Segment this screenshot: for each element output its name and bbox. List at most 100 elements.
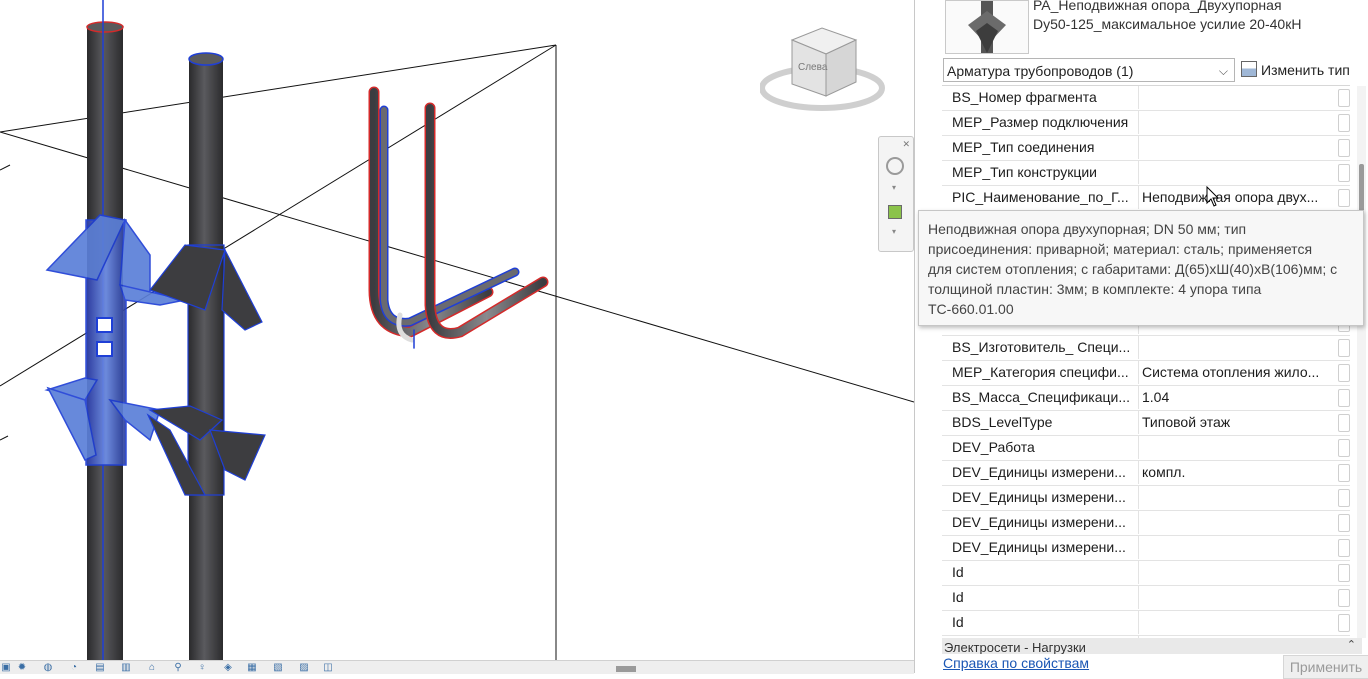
analytical-model-icon[interactable]: ▧ — [272, 662, 284, 673]
property-row[interactable]: Id — [942, 611, 1350, 636]
associate-parameter-button[interactable] — [1338, 564, 1350, 582]
edit-type-button[interactable]: Изменить тип — [1241, 58, 1350, 82]
property-value[interactable] — [1138, 511, 1338, 534]
property-name: DEV_Единицы измерени... — [952, 514, 1126, 530]
associate-parameter-button[interactable] — [1338, 414, 1350, 432]
family-name: PA_Неподвижная опора_Двухупорная — [1033, 0, 1282, 13]
tooltip-line: Неподвижная опора двухупорная; DN 50 мм;… — [928, 221, 1247, 237]
3d-view-canvas[interactable]: Слева ✕ ▾ ▾ — [0, 0, 914, 660]
property-value[interactable]: Неподвижная опора двух... — [1138, 186, 1338, 209]
collapse-icon: ⌃ — [1346, 639, 1356, 651]
close-icon[interactable]: ✕ — [902, 139, 910, 150]
apply-button[interactable]: Применить — [1283, 655, 1368, 679]
property-row[interactable]: PIC_Наименование_по_Г... Неподвижная опор… — [942, 186, 1350, 211]
view-control-bar: ▣ ✹ ◍ ◔ ▤ ▥ ⌂ ⚲ ♀ ◈ ▦ ▧ ▨ ◫ — [0, 660, 914, 674]
temp-properties-icon[interactable]: ◈ — [222, 662, 234, 673]
property-name: BS_Изготовитель_ Специ... — [952, 339, 1131, 355]
render-icon[interactable]: ▤ — [94, 662, 106, 673]
constraints-icon[interactable]: ◫ — [322, 662, 334, 673]
associate-parameter-button[interactable] — [1338, 439, 1350, 457]
tooltip-line: для систем отопления; с габаритами: Д(65… — [928, 261, 1338, 277]
property-name: Id — [952, 564, 964, 580]
property-row[interactable]: DEV_Единицы измерени... — [942, 486, 1350, 511]
associate-parameter-button[interactable] — [1338, 364, 1350, 382]
property-name: DEV_Единицы измерени... — [952, 539, 1126, 555]
property-value[interactable]: Типовой этаж — [1138, 411, 1338, 434]
property-value[interactable] — [1138, 111, 1338, 134]
property-row[interactable]: MEP_Размер подключения — [942, 111, 1350, 136]
associate-parameter-button[interactable] — [1338, 489, 1350, 507]
visual-style-icon[interactable]: ◍ — [42, 662, 54, 673]
steering-wheel-icon[interactable] — [886, 157, 904, 175]
associate-parameter-button[interactable] — [1338, 339, 1350, 357]
chevron-down-icon[interactable]: ▾ — [892, 227, 896, 236]
view-cube[interactable]: Слева — [760, 26, 890, 116]
associate-parameter-button[interactable] — [1338, 614, 1350, 632]
associate-parameter-button[interactable] — [1338, 89, 1350, 107]
properties-grid: BS_Номер фрагмента MEP_Размер подключения… — [942, 85, 1350, 639]
associate-parameter-button[interactable] — [1338, 164, 1350, 182]
type-selector[interactable]: PA_Неподвижная опора_Двухупорная Dy50-12… — [945, 0, 1368, 56]
property-row[interactable]: DEV_Единицы измерени... — [942, 536, 1350, 561]
zoom-region-icon[interactable] — [888, 205, 902, 219]
property-value[interactable]: компл. — [1138, 461, 1338, 484]
value-tooltip: Неподвижная опора двухупорная; DN 50 мм;… — [918, 210, 1364, 326]
property-value[interactable] — [1138, 586, 1338, 609]
sun-icon[interactable]: ✹ — [16, 662, 28, 673]
property-value[interactable] — [1138, 161, 1338, 184]
scale-icon[interactable]: ▣ — [0, 662, 12, 673]
property-value[interactable] — [1138, 436, 1338, 459]
property-row[interactable]: BS_Масса_Спецификаци... 1.04 — [942, 386, 1350, 411]
associate-parameter-button[interactable] — [1338, 114, 1350, 132]
property-row[interactable]: BDS_LevelType Типовой этаж — [942, 411, 1350, 436]
worksharing-icon[interactable]: ▦ — [246, 662, 258, 673]
associate-parameter-button[interactable] — [1338, 389, 1350, 407]
property-row[interactable]: MEP_Тип конструкции — [942, 161, 1350, 186]
associate-parameter-button[interactable] — [1338, 139, 1350, 157]
crop-icon[interactable]: ▥ — [120, 662, 132, 673]
property-row[interactable]: DEV_Работа — [942, 436, 1350, 461]
property-value[interactable] — [1138, 536, 1338, 559]
hide-isolate-icon[interactable]: ⚲ — [172, 662, 184, 673]
navigation-bar[interactable]: ✕ ▾ ▾ — [878, 136, 914, 252]
property-row[interactable]: Id — [942, 586, 1350, 611]
view-cube-left-label: Слева — [798, 62, 828, 73]
property-row[interactable]: DEV_Единицы измерени... компл. — [942, 461, 1350, 486]
property-name: DEV_Единицы измерени... — [952, 464, 1126, 480]
family-preview-thumbnail — [945, 0, 1029, 54]
property-row[interactable]: BS_Номер фрагмента — [942, 86, 1350, 111]
properties-scrollbar[interactable] — [1357, 86, 1366, 638]
property-row[interactable]: BS_Изготовитель_ Специ... — [942, 336, 1350, 361]
group-header-electrical-loads[interactable]: Электросети - Нагрузки ⌃ — [942, 638, 1362, 654]
property-value[interactable] — [1138, 611, 1338, 634]
associate-parameter-button[interactable] — [1338, 514, 1350, 532]
section-box — [0, 44, 914, 660]
property-value[interactable]: Система отопления жило... — [1138, 361, 1338, 384]
property-row[interactable]: DEV_Единицы измерени... — [942, 511, 1350, 536]
lock-view-icon[interactable]: ⌂ — [146, 662, 158, 673]
property-value[interactable]: 1.04 — [1138, 386, 1338, 409]
associate-parameter-button[interactable] — [1338, 464, 1350, 482]
horizontal-scroll-thumb[interactable] — [616, 666, 636, 672]
property-row[interactable]: Id — [942, 561, 1350, 586]
property-value[interactable] — [1138, 486, 1338, 509]
property-name: Id — [952, 589, 964, 605]
property-value[interactable] — [1138, 336, 1338, 359]
property-value[interactable] — [1138, 86, 1338, 109]
properties-help-link[interactable]: Справка по свойствам — [943, 655, 1089, 671]
chevron-down-icon[interactable]: ▾ — [892, 183, 896, 192]
reveal-hidden-icon[interactable]: ♀ — [196, 662, 208, 673]
associate-parameter-button[interactable] — [1338, 189, 1350, 207]
property-name: BS_Масса_Спецификаци... — [952, 389, 1131, 405]
associate-parameter-button[interactable] — [1338, 539, 1350, 557]
property-row[interactable]: MEP_Тип соединения — [942, 136, 1350, 161]
property-name: BDS_LevelType — [952, 414, 1053, 430]
associate-parameter-button[interactable] — [1338, 589, 1350, 607]
highlight-displacement-icon[interactable]: ▨ — [298, 662, 310, 673]
property-value[interactable] — [1138, 561, 1338, 584]
property-row[interactable]: MEP_Категория специфи... Система отоплени… — [942, 361, 1350, 386]
category-filter-dropdown[interactable]: Арматура трубопроводов (1) ⌵ — [943, 58, 1235, 82]
edit-type-icon — [1241, 61, 1257, 77]
shadows-icon[interactable]: ◔ — [68, 662, 80, 673]
property-value[interactable] — [1138, 136, 1338, 159]
